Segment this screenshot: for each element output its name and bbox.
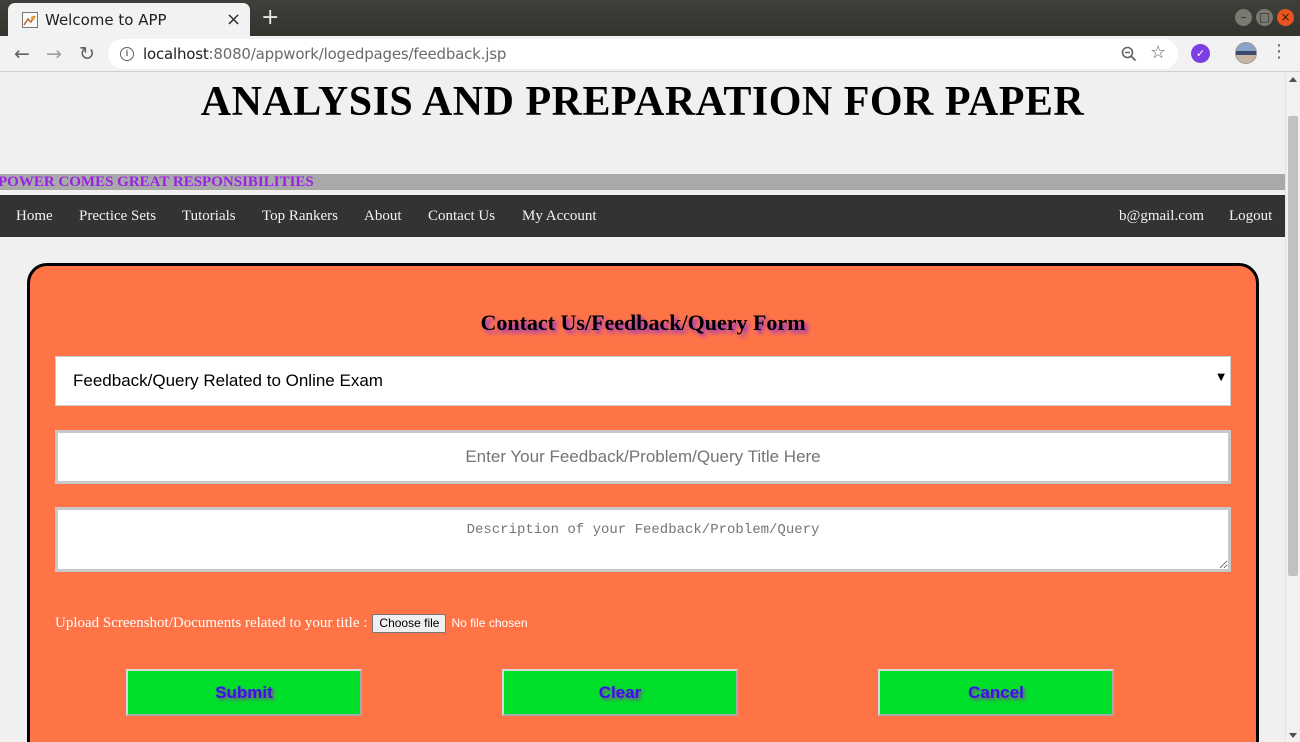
minimize-window-icon[interactable]: – — [1235, 9, 1252, 26]
scrollbar-thumb[interactable] — [1288, 116, 1298, 576]
feedback-title-input[interactable] — [55, 430, 1231, 484]
zoom-out-icon[interactable] — [1120, 45, 1138, 63]
main-navbar: Home Prectice Sets Tutorials Top Rankers… — [0, 195, 1285, 237]
page-viewport: ANALYSIS AND PREPARATION FOR PAPER POWER… — [0, 73, 1285, 742]
profile-avatar[interactable] — [1235, 42, 1257, 64]
browser-toolbar: ← → ↻ i localhost:8080/appwork/logedpage… — [0, 36, 1300, 72]
page-scrollbar[interactable] — [1285, 73, 1300, 742]
back-icon[interactable]: ← — [9, 41, 35, 67]
form-heading: Contact Us/Feedback/Query Form — [480, 310, 806, 335]
nav-user-email[interactable]: b@gmail.com — [1119, 195, 1204, 237]
marquee-banner: POWER COMES GREAT RESPONSIBILITIES — [0, 174, 1285, 190]
feedback-form: Contact Us/Feedback/Query Form Feedback/… — [27, 263, 1259, 742]
close-window-icon[interactable]: × — [1277, 9, 1294, 26]
url-text: localhost:8080/appwork/logedpages/feedba… — [143, 45, 506, 63]
browser-menu-icon[interactable]: ⋮ — [1270, 41, 1288, 62]
choose-file-button[interactable]: Choose file — [372, 613, 447, 633]
browser-tab-strip: Welcome to APP × + – □ × — [0, 0, 1300, 36]
file-status-text: No file chosen — [451, 616, 528, 630]
nav-practice-sets[interactable]: Prectice Sets — [79, 195, 156, 237]
url-path: :8080/appwork/logedpages/feedback.jsp — [208, 45, 507, 63]
marquee-text: POWER COMES GREAT RESPONSIBILITIES — [0, 174, 314, 190]
dropdown-arrow-icon: ▼ — [1217, 372, 1225, 383]
nav-my-account[interactable]: My Account — [522, 195, 597, 237]
tab-title: Welcome to APP — [45, 11, 167, 29]
bookmark-star-icon[interactable]: ☆ — [1150, 42, 1166, 63]
upload-label: Upload Screenshot/Documents related to y… — [55, 614, 368, 631]
forward-icon[interactable]: → — [41, 41, 67, 67]
favicon-icon — [22, 12, 38, 28]
nav-contact-us[interactable]: Contact Us — [428, 195, 495, 237]
feedback-description-textarea[interactable] — [55, 507, 1231, 572]
site-info-icon[interactable]: i — [120, 47, 134, 61]
submit-button[interactable]: Submit — [126, 669, 362, 716]
cancel-button[interactable]: Cancel — [878, 669, 1114, 716]
clear-button[interactable]: Clear — [502, 669, 738, 716]
scroll-up-arrow-icon[interactable] — [1289, 77, 1297, 82]
scroll-down-arrow-icon[interactable] — [1289, 733, 1297, 738]
reload-icon[interactable]: ↻ — [74, 41, 100, 67]
window-controls: – □ × — [1235, 9, 1294, 26]
upload-row: Upload Screenshot/Documents related to y… — [55, 612, 528, 634]
nav-home[interactable]: Home — [16, 195, 53, 237]
url-host: localhost — [143, 45, 209, 63]
site-title: ANALYSIS AND PREPARATION FOR PAPER — [200, 79, 1085, 125]
new-tab-icon[interactable]: + — [261, 5, 279, 30]
extension-icon[interactable]: ✓ — [1191, 44, 1210, 63]
feedback-category-select[interactable]: Feedback/Query Related to Online Exam ▼ — [55, 356, 1231, 406]
address-bar[interactable]: i localhost:8080/appwork/logedpages/feed… — [108, 39, 1178, 69]
nav-tutorials[interactable]: Tutorials — [182, 195, 236, 237]
browser-tab[interactable]: Welcome to APP × — [8, 3, 250, 36]
nav-about[interactable]: About — [364, 195, 402, 237]
maximize-window-icon[interactable]: □ — [1256, 9, 1273, 26]
nav-logout[interactable]: Logout — [1229, 195, 1272, 237]
select-value: Feedback/Query Related to Online Exam — [73, 371, 383, 390]
tab-close-icon[interactable]: × — [226, 9, 241, 30]
nav-top-rankers[interactable]: Top Rankers — [262, 195, 338, 237]
